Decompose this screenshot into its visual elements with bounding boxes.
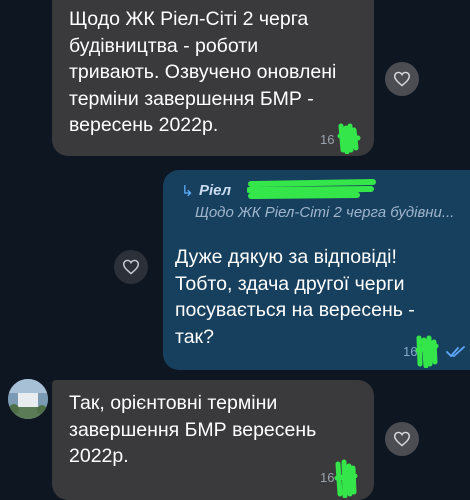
avatar[interactable] xyxy=(8,379,48,419)
message-text: Щодо ЖК Ріел-Сіті 2 черга будівництва - … xyxy=(69,6,336,139)
redaction-mark xyxy=(415,335,439,368)
reply-arrow-icon: ↳ xyxy=(181,183,194,200)
message-line: так? xyxy=(175,325,214,348)
message-line: Тобто, здача другої черги xyxy=(175,272,405,295)
double-check-icon xyxy=(446,346,465,358)
message-line: тривають. Озвучено оновлені xyxy=(69,61,337,83)
message-text: Дуже дякую за відповіді! Тобто, здача др… xyxy=(175,244,415,350)
redaction-mark xyxy=(337,123,361,154)
heart-outline-icon xyxy=(393,431,411,447)
message-line: терміни завершення БМР - xyxy=(69,87,314,110)
message-bubble-incoming[interactable]: Щодо ЖК Ріел-Сіті 2 черга будівництва - … xyxy=(52,0,419,156)
reaction-button[interactable] xyxy=(114,250,148,284)
message-time: 16 xyxy=(320,470,335,485)
message-time: 16 xyxy=(320,132,335,147)
message-text: Так, орієнтовні терміни завершення БМР в… xyxy=(69,390,316,470)
reply-quote[interactable]: ↳ Ріел Щодо ЖК Ріел-Сіті 2 черга будівни… xyxy=(181,179,460,230)
reaction-button[interactable] xyxy=(385,62,419,96)
message-bubble-incoming[interactable]: Так, орієнтовні терміни завершення БМР в… xyxy=(52,380,419,500)
message-line: посувається на вересень - xyxy=(175,299,415,321)
reply-snippet: Щодо ЖК Ріел-Сіті 2 черга будівни... xyxy=(195,204,455,221)
avatar-image xyxy=(8,379,48,419)
message-bubble-outgoing[interactable]: ↳ Ріел Щодо ЖК Ріел-Сіті 2 черга будівни… xyxy=(163,170,470,370)
message-line: завершення БМР вересень xyxy=(69,418,317,441)
message-line: Дуже дякую за відповіді! xyxy=(175,246,397,268)
reply-author-name: Ріел xyxy=(199,182,232,199)
redaction-mark xyxy=(247,179,376,199)
reaction-button[interactable] xyxy=(385,422,419,456)
heart-outline-icon xyxy=(393,71,411,87)
message-line: 2022р. xyxy=(69,445,129,467)
message-line: вересень 2022р. xyxy=(69,114,219,136)
message-line: Щодо ЖК Ріел-Сіті 2 черга xyxy=(69,8,309,30)
message-line: будівництва - роботи xyxy=(69,34,259,57)
message-line: Так, орієнтовні терміни xyxy=(69,392,278,414)
redaction-mark xyxy=(334,459,358,498)
heart-outline-icon xyxy=(122,259,140,275)
